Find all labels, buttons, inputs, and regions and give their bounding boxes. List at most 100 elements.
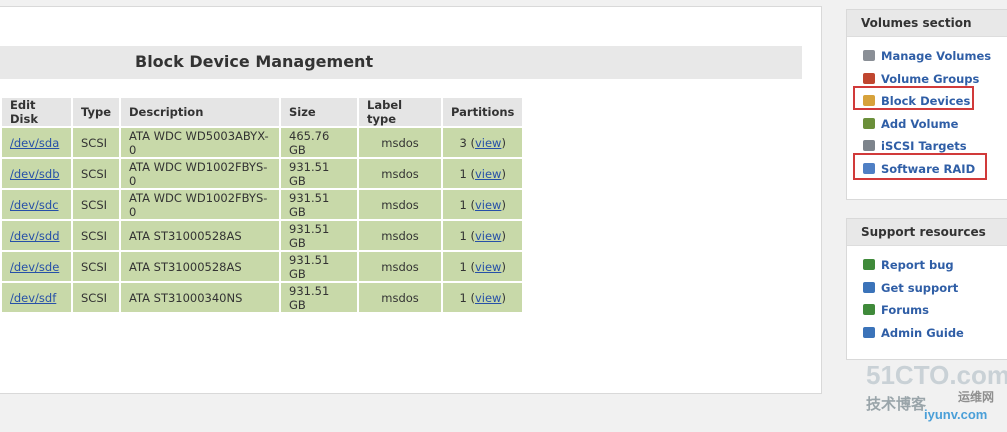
label-type-cell: msdos xyxy=(359,128,442,157)
column-header-edit-disk: Edit Disk xyxy=(2,98,71,126)
block-devices-table: Edit Disk Type Description Size Label ty… xyxy=(0,96,524,314)
device-link[interactable]: /dev/sde xyxy=(10,260,59,274)
column-header-description: Description xyxy=(121,98,280,126)
page-title: Block Device Management xyxy=(135,52,374,71)
title-bar: Block Device Management xyxy=(0,46,802,79)
highlight-block-devices xyxy=(853,86,974,110)
device-cell: /dev/sde xyxy=(2,252,71,281)
view-partitions-link[interactable]: view xyxy=(475,136,501,150)
disk-icon xyxy=(863,50,875,61)
support-item-get-support[interactable]: Get support xyxy=(847,277,1007,300)
view-partitions-link[interactable]: view xyxy=(475,229,501,243)
size-cell: 465.76 GB xyxy=(281,128,358,157)
table-row: /dev/sdc SCSI ATA WDC WD1002FBYS-0 931.51 G… xyxy=(2,190,523,219)
partitions-cell: 1 (view) xyxy=(443,221,523,250)
add-volume-icon xyxy=(863,117,875,129)
view-partitions-link[interactable]: view xyxy=(475,198,501,212)
partition-count: 3 xyxy=(459,135,467,150)
type-cell: SCSI xyxy=(73,283,120,312)
size-cell: 931.51 GB xyxy=(281,252,358,281)
partitions-cell: 3 (view) xyxy=(443,128,523,157)
forums-icon xyxy=(863,304,875,315)
bug-icon xyxy=(863,259,875,270)
label-type-cell: msdos xyxy=(359,159,442,188)
main-panel: Block Device Management Edit Disk Type D… xyxy=(0,6,822,394)
table-header-row: Edit Disk Type Description Size Label ty… xyxy=(2,98,523,126)
type-cell: SCSI xyxy=(73,221,120,250)
label-type-cell: msdos xyxy=(359,283,442,312)
volumes-item-label: Manage Volumes xyxy=(881,49,992,63)
table-row: /dev/sdf SCSI ATA ST31000340NS 931.51 GB msd… xyxy=(2,283,523,312)
device-cell: /dev/sda xyxy=(2,128,71,157)
highlight-software-raid xyxy=(853,153,987,180)
type-cell: SCSI xyxy=(73,159,120,188)
watermark-url: iyunv.com xyxy=(924,407,988,422)
device-link[interactable]: /dev/sdd xyxy=(10,229,60,243)
description-cell: ATA WDC WD5003ABYX-0 xyxy=(121,128,280,157)
description-cell: ATA ST31000340NS xyxy=(121,283,280,312)
type-cell: SCSI xyxy=(73,128,120,157)
device-cell: /dev/sdf xyxy=(2,283,71,312)
volumes-item-label: Add Volume xyxy=(881,116,959,131)
size-cell: 931.51 GB xyxy=(281,190,358,219)
device-link[interactable]: /dev/sdb xyxy=(10,167,60,181)
guide-icon xyxy=(863,326,875,338)
view-partitions-link[interactable]: view xyxy=(475,260,501,274)
watermark-tag: 运维网 xyxy=(958,390,995,404)
support-item-label: Forums xyxy=(881,303,929,317)
column-header-type: Type xyxy=(73,98,120,126)
volumes-item-add-volume[interactable]: Add Volume xyxy=(847,113,1007,136)
volumes-item-label: Volume Groups xyxy=(881,71,980,86)
support-resources-title: Support resources xyxy=(847,219,1007,246)
support-nav: Report bug Get support Forums Admin Guide xyxy=(847,246,1007,344)
partition-count: 1 xyxy=(459,197,467,212)
volumes-item-manage-volumes[interactable]: Manage Volumes xyxy=(847,45,1007,68)
iscsi-icon xyxy=(863,140,875,151)
partitions-cell: 1 (view) xyxy=(443,190,523,219)
description-cell: ATA ST31000528AS xyxy=(121,221,280,250)
support-item-label: Get support xyxy=(881,280,959,295)
description-cell: ATA ST31000528AS xyxy=(121,252,280,281)
support-item-admin-guide[interactable]: Admin Guide xyxy=(847,322,1007,345)
table-row: /dev/sdd SCSI ATA ST31000528AS 931.51 GB msd… xyxy=(2,221,523,250)
label-type-cell: msdos xyxy=(359,252,442,281)
watermark-site: 51CTO.com xyxy=(866,360,1007,390)
partition-count: 1 xyxy=(459,290,467,305)
device-cell: /dev/sdc xyxy=(2,190,71,219)
partitions-cell: 1 (view) xyxy=(443,159,523,188)
label-type-cell: msdos xyxy=(359,221,442,250)
size-cell: 931.51 GB xyxy=(281,159,358,188)
support-icon xyxy=(863,281,875,293)
device-link[interactable]: /dev/sda xyxy=(10,136,59,150)
partitions-cell: 1 (view) xyxy=(443,252,523,281)
support-item-label: Admin Guide xyxy=(881,325,964,340)
size-cell: 931.51 GB xyxy=(281,221,358,250)
device-cell: /dev/sdd xyxy=(2,221,71,250)
volumes-section-title: Volumes section xyxy=(847,10,1007,37)
type-cell: SCSI xyxy=(73,190,120,219)
volumes-item-label: iSCSI Targets xyxy=(881,139,967,153)
table-row: /dev/sda SCSI ATA WDC WD5003ABYX-0 465.76 G… xyxy=(2,128,523,157)
column-header-partitions: Partitions xyxy=(443,98,523,126)
column-header-size: Size xyxy=(281,98,358,126)
watermark: 51CTO.com 技术博客 运维网 iyunv.com xyxy=(862,360,1007,432)
device-cell: /dev/sdb xyxy=(2,159,71,188)
description-cell: ATA WDC WD1002FBYS-0 xyxy=(121,159,280,188)
partitions-cell: 1 (view) xyxy=(443,283,523,312)
partition-count: 1 xyxy=(459,166,467,181)
support-item-forums[interactable]: Forums xyxy=(847,299,1007,322)
type-cell: SCSI xyxy=(73,252,120,281)
view-partitions-link[interactable]: view xyxy=(475,291,501,305)
table-row: /dev/sde SCSI ATA ST31000528AS 931.51 GB msd… xyxy=(2,252,523,281)
table-row: /dev/sdb SCSI ATA WDC WD1002FBYS-0 931.51 G… xyxy=(2,159,523,188)
size-cell: 931.51 GB xyxy=(281,283,358,312)
column-header-label-type: Label type xyxy=(359,98,442,126)
support-item-label: Report bug xyxy=(881,258,954,272)
support-item-report-bug[interactable]: Report bug xyxy=(847,254,1007,277)
device-link[interactable]: /dev/sdf xyxy=(10,291,56,305)
view-partitions-link[interactable]: view xyxy=(475,167,501,181)
support-resources-panel: Support resources Report bug Get support F… xyxy=(846,218,1007,360)
description-cell: ATA WDC WD1002FBYS-0 xyxy=(121,190,280,219)
device-link[interactable]: /dev/sdc xyxy=(10,198,59,212)
volume-groups-icon xyxy=(863,72,875,84)
